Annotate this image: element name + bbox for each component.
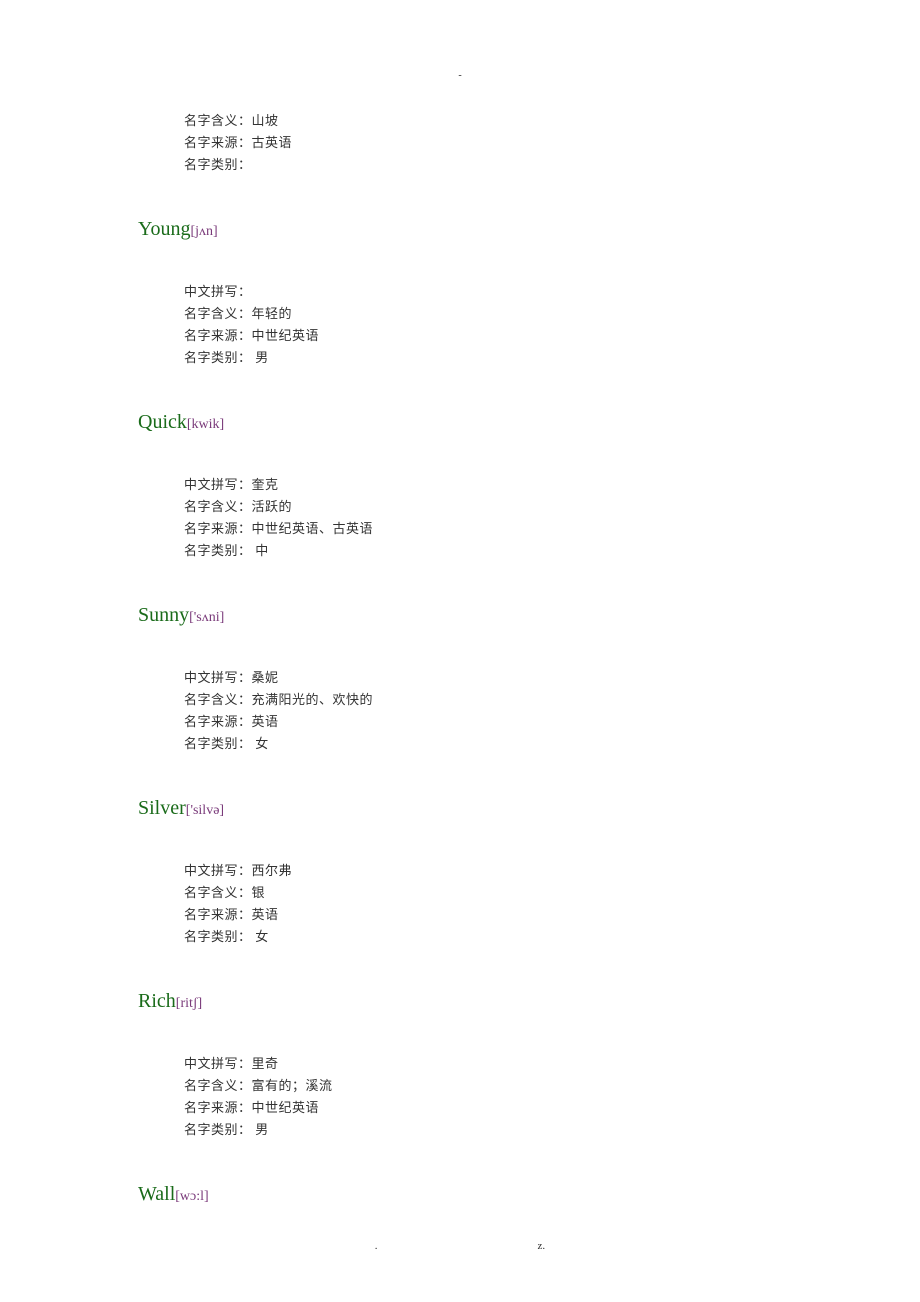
meaning-label: 名字含义： [184, 113, 252, 128]
category-label: 名字类别： [184, 350, 252, 365]
pronunciation-text: ['sʌni] [189, 610, 224, 625]
pinyin-line: 中文拼写：奎克 [184, 474, 920, 496]
pinyin-line: 中文拼写：桑妮 [184, 667, 920, 689]
entry-details: 中文拼写：奎克 名字含义：活跃的 名字来源：中世纪英语、古英语 名字类别： 中 [138, 474, 920, 562]
page-footer: . z. [0, 1240, 920, 1252]
pinyin-value: 桑妮 [252, 670, 279, 685]
entry-details: 名字含义：山坡 名字来源：古英语 名字类别： [138, 110, 920, 176]
origin-value: 中世纪英语 [252, 1100, 320, 1115]
meaning-label: 名字含义： [184, 692, 252, 707]
origin-line: 名字来源：中世纪英语 [184, 1097, 920, 1119]
entry-details: 中文拼写：桑妮 名字含义：充满阳光的、欢快的 名字来源：英语 名字类别： 女 [138, 667, 920, 755]
meaning-value: 银 [252, 885, 266, 900]
meaning-line: 名字含义：年轻的 [184, 303, 920, 325]
category-value: 男 [255, 350, 269, 365]
meaning-line: 名字含义：充满阳光的、欢快的 [184, 689, 920, 711]
origin-value: 英语 [252, 907, 279, 922]
meaning-label: 名字含义： [184, 306, 252, 321]
pinyin-value: 西尔弗 [252, 863, 293, 878]
meaning-label: 名字含义： [184, 1078, 252, 1093]
pinyin-value: 里奇 [252, 1056, 279, 1071]
name-text: Young [138, 218, 190, 240]
entry-details: 中文拼写：里奇 名字含义：富有的；溪流 名字来源：中世纪英语 名字类别： 男 [138, 1053, 920, 1141]
pinyin-label: 中文拼写： [184, 670, 252, 685]
meaning-value: 活跃的 [252, 499, 293, 514]
meaning-value: 充满阳光的、欢快的 [252, 692, 374, 707]
document-content: 名字含义：山坡 名字来源：古英语 名字类别： Young[jʌn] 中文拼写： … [0, 60, 920, 1206]
origin-label: 名字来源： [184, 1100, 252, 1115]
meaning-value: 年轻的 [252, 306, 293, 321]
origin-label: 名字来源： [184, 328, 252, 343]
origin-line: 名字来源：中世纪英语 [184, 325, 920, 347]
category-line: 名字类别： 男 [184, 1119, 920, 1141]
pronunciation-text: [ritʃ] [176, 996, 202, 1011]
origin-line: 名字来源：英语 [184, 904, 920, 926]
pronunciation-text: [jʌn] [190, 224, 217, 239]
meaning-line: 名字含义：银 [184, 882, 920, 904]
category-line: 名字类别： 男 [184, 347, 920, 369]
pinyin-label: 中文拼写： [184, 1056, 252, 1071]
category-label: 名字类别： [184, 157, 252, 172]
pronunciation-text: [wɔ:l] [175, 1189, 208, 1204]
name-text: Quick [138, 411, 187, 433]
category-value: 女 [255, 929, 269, 944]
category-line: 名字类别： 女 [184, 733, 920, 755]
name-heading: Sunny['sʌni] [138, 604, 920, 627]
category-line: 名字类别： 女 [184, 926, 920, 948]
entry-details: 中文拼写：西尔弗 名字含义：银 名字来源：英语 名字类别： 女 [138, 860, 920, 948]
meaning-line: 名字含义：活跃的 [184, 496, 920, 518]
origin-value: 英语 [252, 714, 279, 729]
category-line: 名字类别： 中 [184, 540, 920, 562]
category-value: 女 [255, 736, 269, 751]
origin-value: 中世纪英语 [252, 328, 320, 343]
category-label: 名字类别： [184, 929, 252, 944]
pinyin-line: 中文拼写：里奇 [184, 1053, 920, 1075]
origin-value: 古英语 [252, 135, 293, 150]
pronunciation-text: ['silvə] [186, 803, 224, 818]
category-value: 中 [255, 543, 269, 558]
origin-line: 名字来源：中世纪英语、古英语 [184, 518, 920, 540]
origin-line: 名字来源：古英语 [184, 132, 920, 154]
origin-label: 名字来源： [184, 907, 252, 922]
meaning-label: 名字含义： [184, 499, 252, 514]
category-value: 男 [255, 1122, 269, 1137]
pinyin-label: 中文拼写： [184, 477, 252, 492]
origin-value: 中世纪英语、古英语 [252, 521, 374, 536]
name-heading: Quick[kwik] [138, 411, 920, 434]
meaning-line: 名字含义：山坡 [184, 110, 920, 132]
category-label: 名字类别： [184, 1122, 252, 1137]
name-text: Silver [138, 797, 186, 819]
name-heading: Wall[wɔ:l] [138, 1183, 920, 1206]
pinyin-label: 中文拼写： [184, 284, 252, 299]
pinyin-value: 奎克 [252, 477, 279, 492]
category-label: 名字类别： [184, 543, 252, 558]
category-label: 名字类别： [184, 736, 252, 751]
name-heading: Silver['silvə] [138, 797, 920, 820]
entry-details: 中文拼写： 名字含义：年轻的 名字来源：中世纪英语 名字类别： 男 [138, 281, 920, 369]
name-text: Wall [138, 1183, 175, 1205]
name-heading: Rich[ritʃ] [138, 990, 920, 1013]
footer-dot: . [375, 1240, 378, 1252]
category-line: 名字类别： [184, 154, 920, 176]
name-heading: Young[jʌn] [138, 218, 920, 241]
meaning-label: 名字含义： [184, 885, 252, 900]
pronunciation-text: [kwik] [187, 417, 224, 432]
origin-label: 名字来源： [184, 714, 252, 729]
name-text: Sunny [138, 604, 189, 626]
origin-label: 名字来源： [184, 521, 252, 536]
footer-z: z. [538, 1240, 546, 1252]
meaning-line: 名字含义：富有的；溪流 [184, 1075, 920, 1097]
origin-label: 名字来源： [184, 135, 252, 150]
page-marker-top: - [458, 70, 461, 81]
pinyin-line: 中文拼写：西尔弗 [184, 860, 920, 882]
meaning-value: 山坡 [252, 113, 279, 128]
pinyin-line: 中文拼写： [184, 281, 920, 303]
name-text: Rich [138, 990, 176, 1012]
meaning-value: 富有的；溪流 [252, 1078, 333, 1093]
origin-line: 名字来源：英语 [184, 711, 920, 733]
pinyin-label: 中文拼写： [184, 863, 252, 878]
